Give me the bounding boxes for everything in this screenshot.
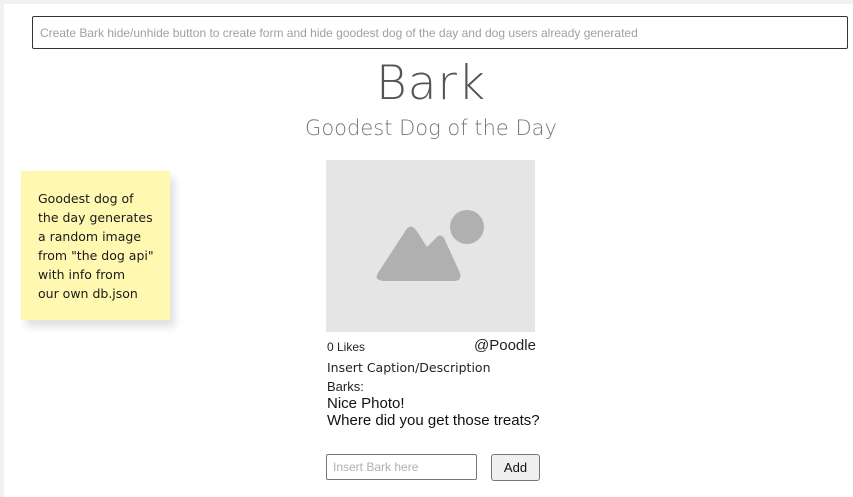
page-subtitle: Goodest Dog of the Day	[305, 116, 557, 140]
bark-toggle-banner-input[interactable]	[32, 16, 848, 49]
barks-label: Barks:	[327, 379, 364, 394]
page: Bark Goodest Dog of the Day Goodest dog …	[0, 0, 853, 497]
bark-comment: Nice Photo!	[327, 395, 405, 412]
dog-image	[326, 160, 535, 332]
bark-input[interactable]	[326, 454, 477, 480]
likes-count: 0 Likes	[327, 340, 366, 354]
sticky-note: Goodest dog of the day generates a rando…	[21, 171, 170, 320]
image-placeholder-icon	[376, 210, 484, 281]
barks-list: Nice Photo! Where did you get those trea…	[327, 395, 540, 429]
bark-comment: Where did you get those treats?	[327, 412, 540, 429]
window-edge-top	[0, 0, 853, 4]
sticky-note-text: Goodest dog of the day generates a rando…	[38, 191, 154, 301]
dog-breed-handle: @Poodle	[474, 337, 536, 354]
add-bark-button[interactable]: Add	[491, 454, 540, 481]
post-caption: Insert Caption/Description	[327, 360, 491, 375]
page-title: Bark	[375, 56, 487, 111]
